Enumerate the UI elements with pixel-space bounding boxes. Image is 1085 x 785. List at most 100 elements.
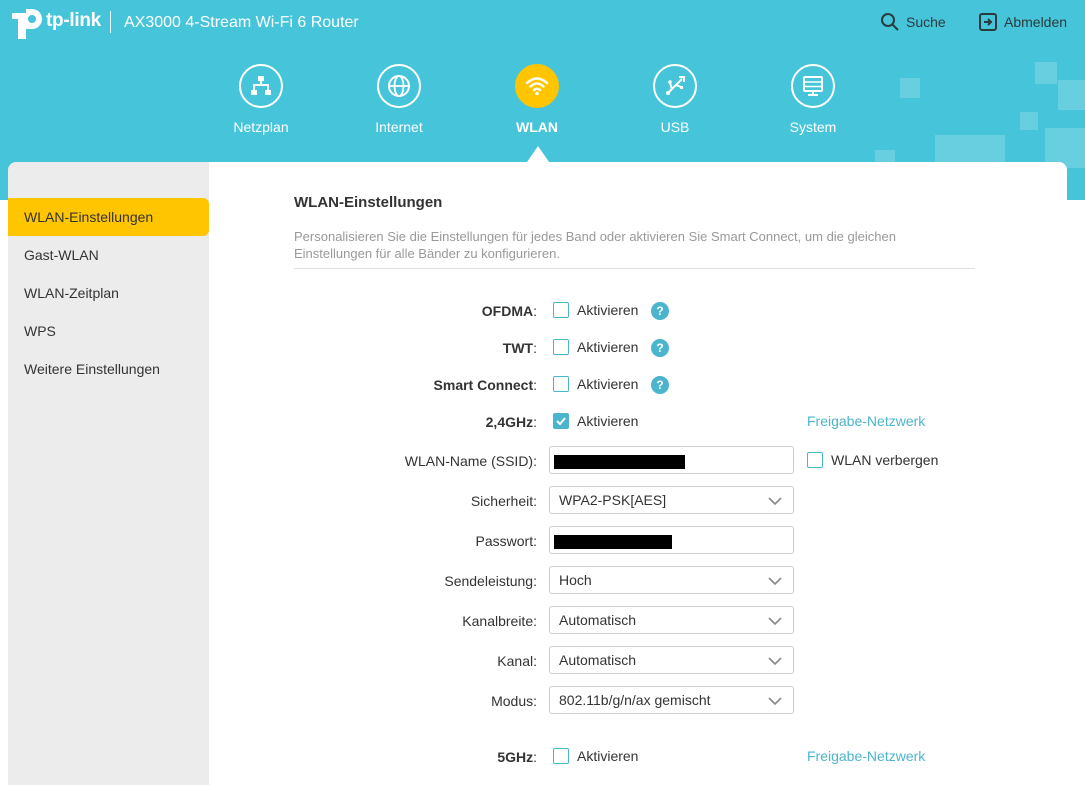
enable-label: Aktivieren: [577, 339, 639, 355]
nav-netzplan-circle: [239, 64, 283, 108]
search-label: Suche: [906, 14, 946, 30]
security-label-text: Sicherheit: [470, 493, 534, 509]
mode-label-text: Modus: [491, 693, 534, 709]
nav-label: USB: [660, 119, 690, 135]
checkmark-icon: [556, 417, 566, 426]
mode-value: 802.11b/g/n/ax gemischt: [559, 692, 711, 708]
channel-width-label-text: Kanalbreite: [462, 613, 534, 629]
nav-usb-circle: [653, 64, 697, 108]
colon: :: [533, 693, 537, 709]
mode-select[interactable]: 802.11b/g/n/ax gemischt: [549, 686, 794, 714]
chevron-down-icon: [768, 617, 782, 626]
ofdma-label: OFDMA:: [482, 296, 537, 326]
search-icon: [881, 13, 899, 31]
nav-label: WLAN: [516, 119, 558, 135]
tp-link-logo-icon: [12, 9, 42, 39]
band-5-checkbox[interactable]: Aktivieren: [553, 748, 638, 764]
hide-wlan-checkbox[interactable]: WLAN verbergen: [807, 452, 938, 468]
colon: :: [533, 493, 537, 509]
band-5-label-text: 5GHz: [497, 749, 534, 765]
ofdma-checkbox[interactable]: Aktivieren: [553, 302, 638, 318]
smart-connect-checkbox-box[interactable]: [553, 376, 569, 392]
nav-system-circle: [791, 64, 835, 108]
security-label: Sicherheit:: [471, 486, 537, 516]
colon: :: [533, 613, 537, 629]
security-row: Sicherheit: WPA2-PSK[AES]: [209, 486, 1067, 516]
tx-power-label-text: Sendeleistung: [444, 573, 534, 589]
top-bar: tp-link AX3000 4-Stream Wi-Fi 6 Router S…: [0, 0, 1085, 48]
password-label: Passwort:: [476, 526, 537, 556]
colon: :: [533, 573, 537, 589]
page-description: Personalisieren Sie die Einstellungen fü…: [294, 229, 896, 261]
password-input[interactable]: [549, 526, 794, 554]
enable-label: Aktivieren: [577, 413, 639, 429]
band-24-label: 2,4GHz:: [486, 407, 537, 437]
network-map-icon: [251, 76, 271, 95]
sidebar: WLAN-Einstellungen Gast-WLAN WLAN-Zeitpl…: [8, 162, 209, 785]
nav-wlan[interactable]: WLAN: [482, 64, 592, 135]
nav-system[interactable]: System: [758, 64, 868, 135]
colon: :: [533, 377, 537, 393]
ofdma-label-text: OFDMA: [481, 303, 534, 319]
channel-value: Automatisch: [559, 652, 637, 668]
band-24-label-text: 2,4GHz: [485, 414, 534, 430]
twt-label-text: TWT: [502, 340, 534, 356]
channel-width-row: Kanalbreite: Automatisch: [209, 606, 1067, 636]
nav-internet[interactable]: Internet: [344, 64, 454, 135]
tx-power-value: Hoch: [559, 572, 592, 588]
band-5-checkbox-box[interactable]: [553, 748, 569, 764]
security-select[interactable]: WPA2-PSK[AES]: [549, 486, 794, 514]
channel-row: Kanal: Automatisch: [209, 646, 1067, 676]
active-nav-pointer: [527, 146, 549, 162]
band-24-row: 2,4GHz: Aktivieren Freigabe-Netzwerk: [209, 407, 1067, 437]
nav-label: Internet: [375, 119, 423, 135]
channel-width-select[interactable]: Automatisch: [549, 606, 794, 634]
band-5-row: 5GHz: Aktivieren Freigabe-Netzwerk: [209, 742, 1067, 772]
ofdma-help-icon[interactable]: ?: [651, 302, 669, 320]
logout-label: Abmelden: [1004, 14, 1068, 30]
smart-connect-checkbox[interactable]: Aktivieren: [553, 376, 638, 392]
logout-button[interactable]: Abmelden: [978, 12, 1067, 32]
sidebar-item-wlan-settings[interactable]: WLAN-Einstellungen: [8, 198, 209, 236]
chevron-down-icon: [768, 657, 782, 666]
band-24-checkbox-box[interactable]: [553, 413, 569, 429]
channel-select[interactable]: Automatisch: [549, 646, 794, 674]
band-5-share-network-link[interactable]: Freigabe-Netzwerk: [807, 748, 925, 764]
main-panel: WLAN-Einstellungen Personalisieren Sie d…: [209, 162, 1067, 785]
tx-power-label: Sendeleistung:: [444, 566, 537, 596]
password-label-text: Passwort: [475, 533, 534, 549]
sidebar-item-more-settings[interactable]: Weitere Einstellungen: [8, 350, 209, 388]
nav-netzplan[interactable]: Netzplan: [206, 64, 316, 135]
enable-label: Aktivieren: [577, 748, 639, 764]
mode-label: Modus:: [491, 686, 537, 716]
ofdma-checkbox-box[interactable]: [553, 302, 569, 318]
sidebar-item-wps[interactable]: WPS: [8, 312, 209, 350]
chevron-down-icon: [768, 577, 782, 586]
colon: :: [533, 340, 537, 356]
hide-wlan-checkbox-box[interactable]: [807, 452, 823, 468]
ssid-input[interactable]: [549, 446, 794, 474]
ofdma-row: OFDMA: Aktivieren ?: [209, 296, 1067, 326]
band-24-share-network-link[interactable]: Freigabe-Netzwerk: [807, 413, 925, 429]
channel-width-label: Kanalbreite:: [462, 606, 537, 636]
ssid-label: WLAN-Name (SSID):: [405, 446, 537, 476]
hide-wlan-label: WLAN verbergen: [831, 452, 939, 468]
twt-checkbox-box[interactable]: [553, 339, 569, 355]
band-24-checkbox[interactable]: Aktivieren: [553, 413, 638, 429]
search-button[interactable]: Suche: [880, 12, 946, 32]
twt-help-icon[interactable]: ?: [651, 339, 669, 357]
tx-power-select[interactable]: Hoch: [549, 566, 794, 594]
nav-label: System: [789, 119, 837, 135]
globe-icon: [388, 75, 410, 97]
sidebar-item-guest-wlan[interactable]: Gast-WLAN: [8, 236, 209, 274]
colon: :: [533, 749, 537, 765]
nav-usb[interactable]: USB: [620, 64, 730, 135]
colon: :: [533, 303, 537, 319]
password-row: Passwort:: [209, 526, 1067, 556]
sidebar-item-wlan-schedule[interactable]: WLAN-Zeitplan: [8, 274, 209, 312]
nav-label: Netzplan: [233, 119, 289, 135]
smart-connect-help-icon[interactable]: ?: [651, 376, 669, 394]
smart-connect-label: Smart Connect:: [434, 370, 537, 400]
twt-checkbox[interactable]: Aktivieren: [553, 339, 638, 355]
title-divider: [294, 268, 975, 269]
